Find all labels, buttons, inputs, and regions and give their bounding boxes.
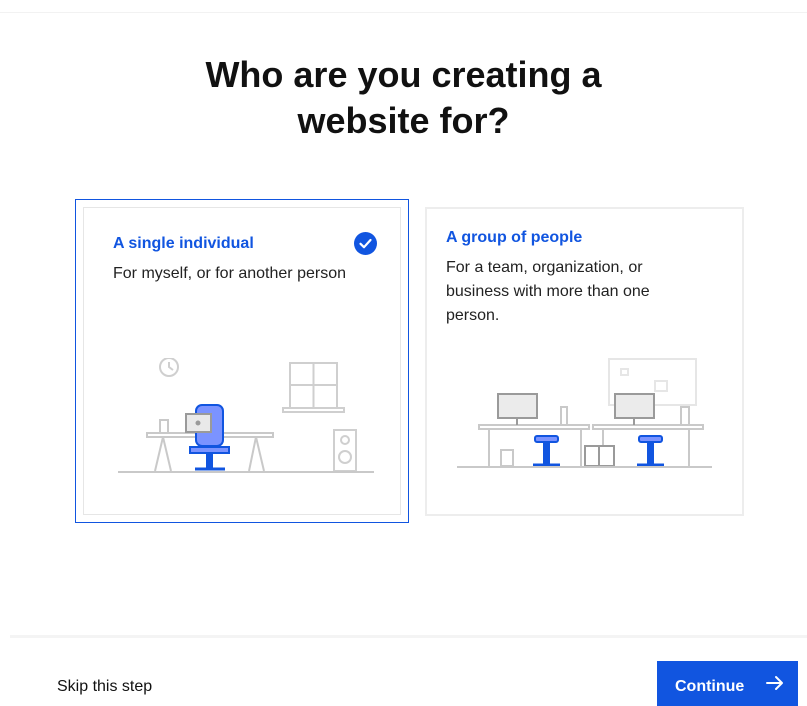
clock-icon (159, 358, 179, 377)
continue-button[interactable]: Continue (657, 661, 798, 706)
individual-workspace-illustration (118, 358, 374, 473)
group-workspace-illustration (457, 358, 712, 468)
page-title-line-2: website for? (297, 100, 510, 141)
arrow-right-icon (766, 676, 783, 690)
window-icon (282, 362, 345, 413)
card-inner-frame: A group of people For a team, organizati… (425, 207, 744, 516)
cabinet-icon (584, 445, 615, 467)
monitor-icon (497, 393, 655, 425)
checkmark-icon (354, 232, 377, 255)
footer-divider (10, 635, 807, 638)
option-card-group-of-people[interactable]: A group of people For a team, organizati… (425, 199, 744, 524)
lamp (560, 406, 568, 426)
option-title: A single individual (113, 235, 254, 252)
card-inner-frame: A single individual For myself, or for a… (83, 207, 401, 515)
option-description: For a team, organization, or business wi… (446, 259, 650, 324)
option-description: For myself, or for another person (113, 265, 346, 282)
skip-step-link[interactable]: Skip this step (57, 678, 152, 696)
laptop-icon (185, 413, 212, 433)
option-title: A group of people (446, 229, 583, 246)
page-title-line-1: Who are you creating a (205, 54, 602, 95)
option-card-single-individual[interactable]: A single individual For myself, or for a… (75, 199, 409, 523)
continue-label: Continue (675, 678, 745, 695)
top-divider (0, 12, 807, 13)
speaker-icon (333, 429, 357, 472)
page-title: Who are you creating a website for? (0, 52, 807, 144)
